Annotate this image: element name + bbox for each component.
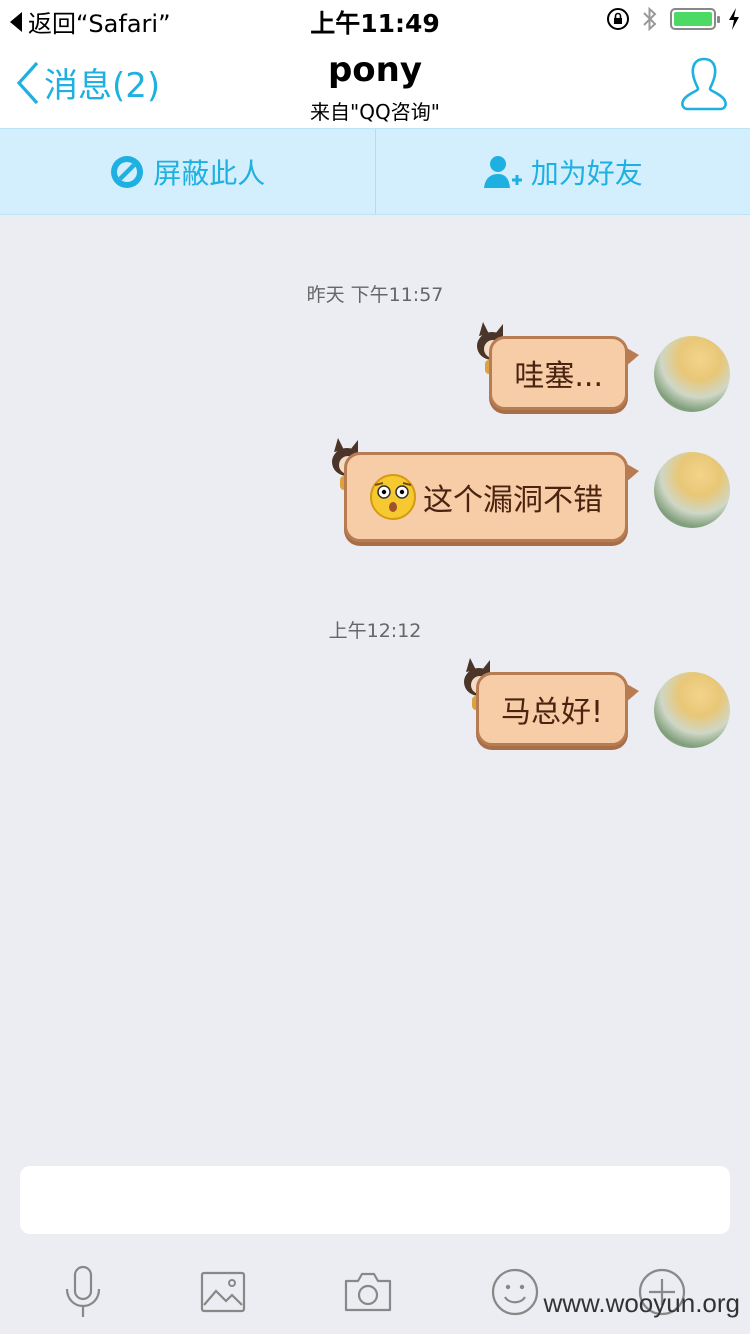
- bluetooth-icon: [643, 6, 657, 32]
- chat-subtitle: 来自"QQ咨询": [310, 100, 440, 124]
- message-input[interactable]: [20, 1166, 730, 1234]
- message-bubble-wrap[interactable]: 这个漏洞不错: [332, 438, 639, 542]
- add-person-icon: [483, 155, 522, 188]
- message-text: 这个漏洞不错: [423, 483, 603, 518]
- message-text: 马总好!: [500, 695, 603, 730]
- profile-button[interactable]: [680, 56, 728, 116]
- image-icon[interactable]: [200, 1271, 246, 1313]
- camera-icon[interactable]: [343, 1271, 393, 1313]
- orientation-lock-icon: [607, 8, 629, 30]
- avatar[interactable]: [654, 336, 730, 412]
- action-bar: 屏蔽此人 加为好友: [0, 128, 750, 215]
- shocked-face-emoji-icon: [370, 474, 416, 520]
- avatar[interactable]: [654, 672, 730, 748]
- emoji-icon[interactable]: [490, 1267, 540, 1317]
- block-icon: [111, 155, 144, 188]
- charging-bolt-icon: [729, 8, 739, 30]
- chat-title: pony: [327, 50, 423, 90]
- message-row: 这个漏洞不错: [332, 438, 730, 542]
- nav-bar: 消息(2) pony 来自"QQ咨询": [0, 40, 750, 128]
- avatar[interactable]: [654, 452, 730, 528]
- message-bubble: 这个漏洞不错: [344, 452, 639, 542]
- person-icon: [681, 57, 727, 111]
- watermark: www.wooyun.org: [543, 1288, 740, 1318]
- message-bubble-wrap[interactable]: 马总好!: [463, 658, 640, 746]
- message-bubble-wrap[interactable]: 哇塞...: [477, 322, 639, 410]
- add-friend-button[interactable]: 加为好友: [374, 129, 750, 214]
- message-row: 哇塞...: [477, 322, 730, 412]
- message-timestamp: 上午12:12: [328, 620, 422, 642]
- status-bar: 返回“Safari” 上午11:49: [0, 0, 750, 40]
- block-user-label: 屏蔽此人: [153, 156, 266, 190]
- message-bubble: 哇塞...: [489, 336, 639, 410]
- battery-icon: [670, 8, 720, 30]
- message-text: 哇塞...: [514, 359, 603, 394]
- add-friend-label: 加为好友: [530, 156, 643, 190]
- status-icons: [606, 6, 740, 32]
- message-timestamp: 昨天 下午11:57: [306, 284, 444, 306]
- message-row: 马总好!: [463, 658, 730, 748]
- block-user-button[interactable]: 屏蔽此人: [0, 129, 375, 214]
- microphone-icon[interactable]: [63, 1265, 103, 1319]
- message-bubble: 马总好!: [475, 672, 640, 746]
